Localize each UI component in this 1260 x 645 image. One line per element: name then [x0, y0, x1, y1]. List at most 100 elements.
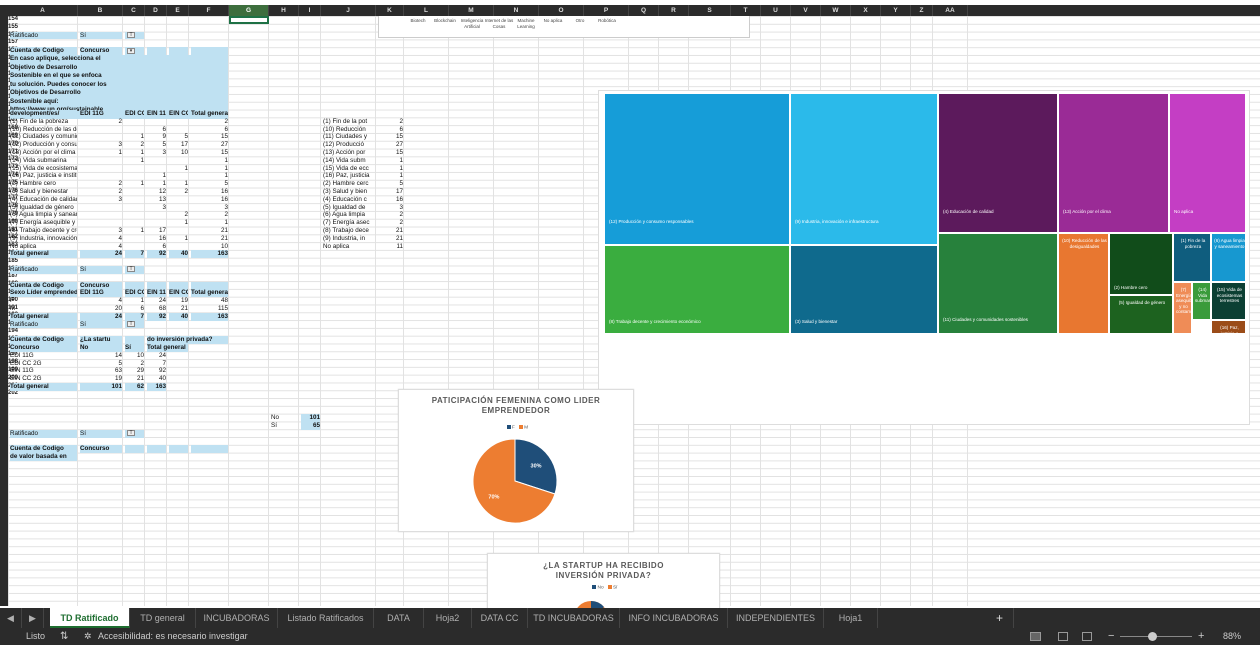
- filter-value[interactable]: Sí: [80, 31, 122, 40]
- pivot-value[interactable]: 2: [80, 180, 122, 188]
- side-list-value[interactable]: 3: [378, 204, 403, 212]
- pivot-value[interactable]: [80, 211, 122, 219]
- pivot-row-label[interactable]: (10) Reducción de las desigualdades: [10, 126, 77, 134]
- pivot-col-header[interactable]: EDI 11G: [80, 110, 122, 118]
- pivot-value[interactable]: 24: [147, 297, 166, 305]
- pivot-row-field-header[interactable]: de valor basada en: [10, 453, 77, 461]
- column-header-aa[interactable]: AA: [933, 5, 968, 16]
- filter-dropdown-icon[interactable]: T: [127, 31, 135, 38]
- small-table-label[interactable]: No: [271, 414, 298, 422]
- pivot-value[interactable]: 21: [191, 235, 228, 243]
- filter-dropdown-icon[interactable]: T: [127, 266, 135, 273]
- pivot-row-label[interactable]: (16) Paz, justicia e instituciones sólid…: [10, 172, 77, 180]
- pivot-value[interactable]: 2: [80, 118, 122, 126]
- pivot-value[interactable]: 3: [80, 196, 122, 204]
- pivot-header-fill[interactable]: [147, 445, 166, 454]
- treemap-tile[interactable]: (6) Agua limpia y saneamiento: [1211, 233, 1246, 282]
- treemap-tile[interactable]: (4) Educación de calidad: [938, 93, 1058, 233]
- pivot-value[interactable]: 17: [147, 227, 166, 235]
- pivot-value[interactable]: 1: [125, 149, 144, 157]
- column-header-m[interactable]: M: [449, 5, 494, 16]
- pivot-value[interactable]: [125, 126, 144, 134]
- pivot-row-label[interactable]: (4) Educación de calidad: [10, 196, 77, 204]
- treemap-tile[interactable]: (5) Igualdad de género: [1109, 295, 1173, 334]
- treemap-tile[interactable]: (1) Fin de la pobreza: [1173, 233, 1211, 282]
- pivot-value[interactable]: [80, 219, 122, 227]
- side-list-value[interactable]: 6: [378, 126, 403, 134]
- pivot-value[interactable]: 15: [191, 149, 228, 157]
- pivot-value[interactable]: [80, 204, 122, 212]
- tab-nav-prev[interactable]: ◀: [0, 608, 22, 628]
- treemap-tile[interactable]: (16) Paz, justicia e instituciones sólid…: [1211, 320, 1246, 334]
- side-list-label[interactable]: (4) Educación c: [323, 196, 375, 204]
- pivot-value[interactable]: 40: [147, 375, 166, 383]
- side-list-label[interactable]: (14) Vida subm: [323, 157, 375, 165]
- treemap-tile[interactable]: (9) Industria, innovación e infraestruct…: [790, 93, 938, 245]
- pivot-value[interactable]: 3: [147, 204, 166, 212]
- pivot-row-label[interactable]: EDI 11G: [10, 352, 77, 360]
- pivot-value[interactable]: 2: [169, 211, 188, 219]
- zoom-out-button[interactable]: −: [1108, 628, 1114, 645]
- pivot-total-value[interactable]: 163: [191, 312, 228, 321]
- pivot-header-fill[interactable]: [169, 445, 188, 454]
- pivot-value[interactable]: 10: [191, 243, 228, 251]
- pivot-value[interactable]: 1: [169, 235, 188, 243]
- pivot-col-header[interactable]: Total general: [191, 289, 228, 298]
- pivot-row-label[interactable]: F: [10, 297, 77, 305]
- side-list-label[interactable]: No aplica: [323, 243, 375, 251]
- side-list-label[interactable]: (6) Agua limpia: [323, 211, 375, 219]
- pivot-header[interactable]: Cuenta de Codigo: [10, 336, 77, 344]
- zoom-slider-thumb[interactable]: [1148, 632, 1157, 641]
- pivot-value[interactable]: 10: [125, 352, 144, 360]
- small-table-value[interactable]: 65: [301, 422, 320, 430]
- side-list-value[interactable]: 21: [378, 235, 403, 243]
- pivot-value[interactable]: [147, 211, 166, 219]
- side-list-value[interactable]: 16: [378, 196, 403, 204]
- filter-label[interactable]: Ratificado: [10, 31, 77, 40]
- column-header-u[interactable]: U: [761, 5, 791, 16]
- pivot-total-value[interactable]: 7: [125, 250, 144, 259]
- pivot-value[interactable]: 3: [80, 227, 122, 235]
- pivot-value[interactable]: 1: [191, 219, 228, 227]
- row-number[interactable]: 157: [8, 39, 28, 47]
- pivot-value[interactable]: 4: [80, 297, 122, 305]
- side-list-value[interactable]: 11: [378, 243, 403, 251]
- column-header-j[interactable]: J: [321, 5, 376, 16]
- row-number[interactable]: 185: [8, 258, 28, 266]
- pivot-value[interactable]: 1: [191, 157, 228, 165]
- pivot-header[interactable]: Cuenta de Codigo: [10, 445, 77, 454]
- pivot-total-value[interactable]: 7: [125, 312, 144, 321]
- pivot-row-label[interactable]: EDI CC 2G: [10, 360, 77, 368]
- side-list-value[interactable]: 1: [378, 165, 403, 173]
- pivot-row-label[interactable]: (8) Trabajo decente y crecimiento ec: [10, 227, 77, 235]
- pivot-value[interactable]: [147, 165, 166, 173]
- column-header-z[interactable]: Z: [911, 5, 933, 16]
- accessibility-icon[interactable]: ✲: [84, 628, 92, 645]
- pivot-value[interactable]: 3: [191, 204, 228, 212]
- sheet-tab[interactable]: TD general: [130, 608, 196, 628]
- pivot-total-value[interactable]: 163: [191, 250, 228, 259]
- pivot-column-field-cont[interactable]: do inversión privada?: [147, 336, 228, 344]
- pivot-header[interactable]: Cuenta de Codigo: [10, 281, 77, 290]
- pivot-row-label[interactable]: EIN 11G: [10, 367, 77, 375]
- sheet-tab[interactable]: DATA: [374, 608, 424, 628]
- row-number[interactable]: 194: [8, 328, 28, 336]
- column-header-c[interactable]: C: [123, 5, 145, 16]
- treemap-tile[interactable]: (14) Vida submarina: [1192, 282, 1211, 320]
- pivot-value[interactable]: [147, 219, 166, 227]
- normal-view-icon[interactable]: [1030, 632, 1041, 641]
- pivot-total-value[interactable]: 62: [125, 383, 144, 391]
- side-list-value[interactable]: 17: [378, 188, 403, 196]
- column-header-e[interactable]: E: [167, 5, 189, 16]
- pivot-header-fill[interactable]: [147, 281, 166, 290]
- pivot-row-label[interactable]: (1) Fin de la pobreza: [10, 118, 77, 126]
- pivot-value[interactable]: [125, 196, 144, 204]
- accessibility-status[interactable]: Accesibilidad: es necesario investigar: [98, 628, 248, 645]
- pivot-header-fill[interactable]: [191, 445, 228, 454]
- pivot-value[interactable]: [125, 165, 144, 173]
- pivot-value[interactable]: 21: [169, 305, 188, 313]
- column-header-n[interactable]: N: [494, 5, 539, 16]
- pivot-value[interactable]: 17: [169, 141, 188, 149]
- side-list-label[interactable]: (11) Ciudades y: [323, 133, 375, 141]
- private-investment-pie-chart[interactable]: ¿LA STARTUP HA RECIBIDO INVERSIÓN PRIVAD…: [487, 553, 720, 609]
